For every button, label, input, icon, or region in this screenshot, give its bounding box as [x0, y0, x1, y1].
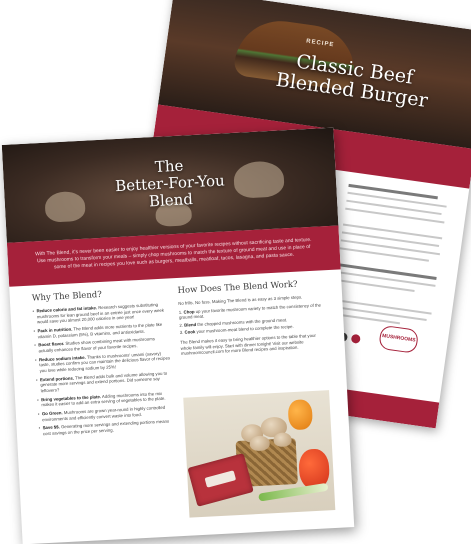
package-label	[204, 470, 237, 488]
text-line	[342, 223, 443, 240]
how-heading: How Does The Blend Work?	[177, 279, 298, 296]
bullet-text: Generating more servings and extending p…	[42, 418, 170, 437]
how-column: How Does The Blend Work? No frills. No f…	[177, 278, 327, 359]
how-outro: The Blend makes it easy to bring healthi…	[180, 332, 316, 357]
text-line	[348, 183, 438, 200]
bullet-text: The Blend adds bulk and volume allowing …	[40, 370, 168, 394]
blend-sheet-front: The Better-For-You Blend With The Blend,…	[1, 127, 355, 544]
bullet-text: Research suggests substituting mushrooms…	[36, 302, 165, 325]
yellow-pepper	[287, 399, 314, 431]
text-line	[341, 231, 440, 248]
ingredients-photo	[183, 390, 336, 518]
why-heading: Why The Blend?	[31, 289, 103, 304]
why-column: Why The Blend? Reduce calorie and fat in…	[32, 286, 175, 440]
youtube-icon	[350, 333, 361, 344]
text-line	[336, 271, 436, 287]
text-line	[345, 207, 445, 224]
intro-text: With The Blend, it's never been easier t…	[35, 236, 312, 271]
text-line	[340, 239, 441, 256]
mushroom-council-logo: MUSHROOMS	[378, 324, 420, 354]
text-line	[347, 191, 447, 208]
step-lead: Blend	[184, 321, 197, 328]
ground-beef-package	[187, 453, 254, 507]
step-lead: Cook	[184, 329, 196, 336]
green-onion	[258, 482, 329, 502]
bullet-text: Thanks to mushrooms' umami (savory) tast…	[39, 350, 171, 374]
